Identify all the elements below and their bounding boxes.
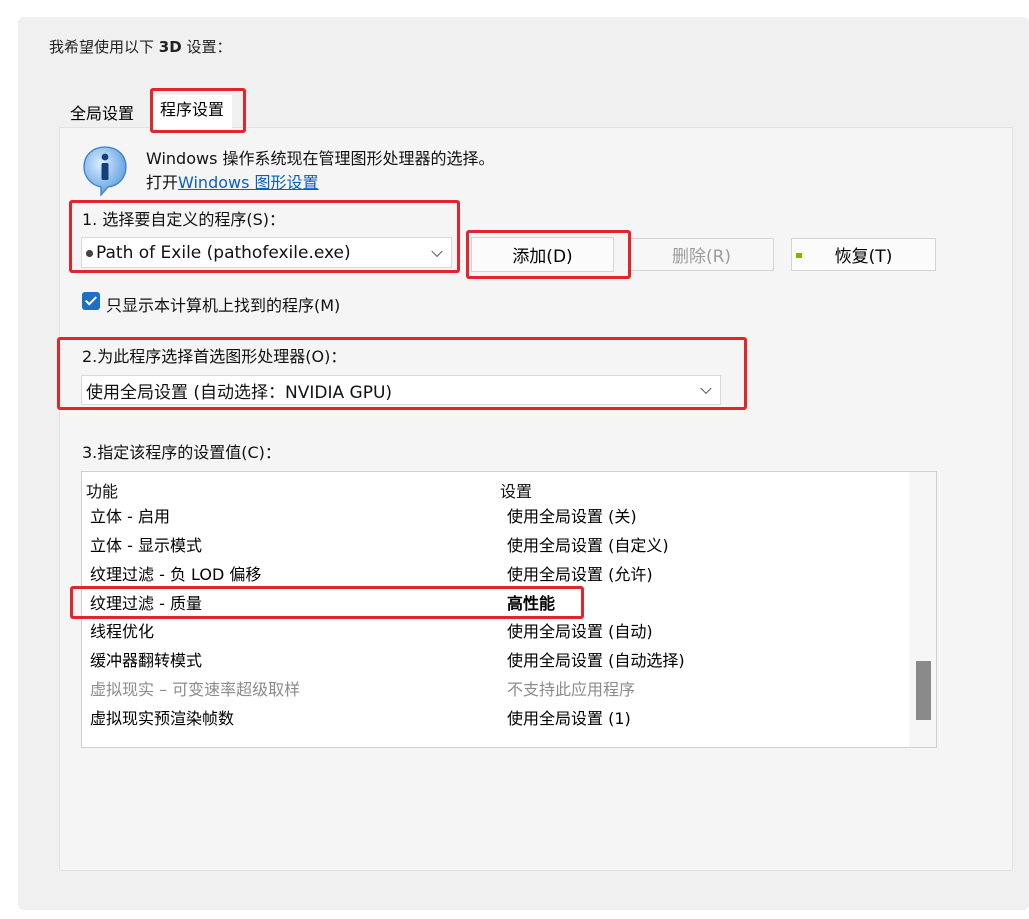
row-feature: 立体 - 显示模式 xyxy=(90,536,202,555)
info-line2: 打开Windows 图形设置 xyxy=(146,171,495,195)
highlight-gpu-select xyxy=(57,337,747,410)
scrollbar-thumb[interactable] xyxy=(916,661,931,720)
column-header-setting[interactable]: 设置 xyxy=(500,478,532,502)
row-setting: 使用全局设置 (关) xyxy=(507,507,637,526)
table-row[interactable]: 纹理过滤 - 负 LOD 偏移 使用全局设置 (允许) xyxy=(82,560,908,589)
settings-scrollbar[interactable] xyxy=(909,472,936,747)
row-feature: 虚拟现实预渲染帧数 xyxy=(90,709,235,728)
row-feature: 线程优化 xyxy=(90,622,155,641)
row-setting: 使用全局设置 (自动) xyxy=(507,622,653,641)
row-setting: 使用全局设置 (允许) xyxy=(507,565,653,584)
row-feature: 缓冲器翻转模式 xyxy=(90,651,203,670)
table-row[interactable]: 缓冲器翻转模式 使用全局设置 (自动选择) xyxy=(82,646,908,675)
table-row[interactable]: 虚拟现实 – 可变速率超级取样 不支持此应用程序 xyxy=(82,675,908,704)
heading-bold: 3D xyxy=(158,38,182,56)
highlight-program-select xyxy=(69,200,460,273)
table-row[interactable]: 立体 - 启用 使用全局设置 (关) xyxy=(82,502,908,531)
info-icon xyxy=(83,146,127,197)
heading-prefix: 我希望使用以下 xyxy=(49,38,159,56)
row-feature: 纹理过滤 - 负 LOD 偏移 xyxy=(90,565,262,584)
windows-graphics-settings-link[interactable]: Windows 图形设置 xyxy=(178,173,319,192)
table-row[interactable]: 线程优化 使用全局设置 (自动) xyxy=(82,617,908,646)
table-row[interactable]: 虚拟现实预渲染帧数 使用全局设置 (1) xyxy=(82,704,908,733)
restore-button-label: 恢复(T) xyxy=(834,247,893,267)
nvidia-icon xyxy=(796,253,802,258)
info-line1: Windows 操作系统现在管理图形处理器的选择。 xyxy=(146,149,495,168)
row-setting: 使用全局设置 (自定义) xyxy=(507,536,669,555)
restore-button[interactable]: 恢复(T) xyxy=(791,238,936,271)
table-row[interactable]: 立体 - 显示模式 使用全局设置 (自定义) xyxy=(82,531,908,560)
highlight-texture-quality-row xyxy=(70,586,584,619)
highlight-program-tab xyxy=(150,88,246,133)
row-feature: 虚拟现实 – 可变速率超级取样 xyxy=(90,680,301,699)
remove-button[interactable]: 删除(R) xyxy=(629,238,774,271)
info-line2-prefix: 打开 xyxy=(146,173,179,192)
settings-label: 3.指定该程序的设置值(C)： xyxy=(82,443,281,462)
only-show-checkbox[interactable] xyxy=(82,292,100,310)
column-header-feature[interactable]: 功能 xyxy=(86,478,118,502)
tab-global-settings[interactable]: 全局设置 xyxy=(62,98,142,129)
row-feature: 立体 - 启用 xyxy=(90,507,170,526)
row-setting: 使用全局设置 (1) xyxy=(507,709,631,728)
highlight-add-button xyxy=(466,230,631,279)
heading-suffix: 设置： xyxy=(181,38,232,56)
page-heading: 我希望使用以下 3D 设置： xyxy=(49,36,231,57)
row-setting: 使用全局设置 (自动选择) xyxy=(507,651,685,670)
row-setting: 不支持此应用程序 xyxy=(507,680,636,699)
info-text: Windows 操作系统现在管理图形处理器的选择。 打开Windows 图形设置 xyxy=(146,147,495,195)
only-show-label: 只显示本计算机上找到的程序(M) xyxy=(106,296,341,315)
